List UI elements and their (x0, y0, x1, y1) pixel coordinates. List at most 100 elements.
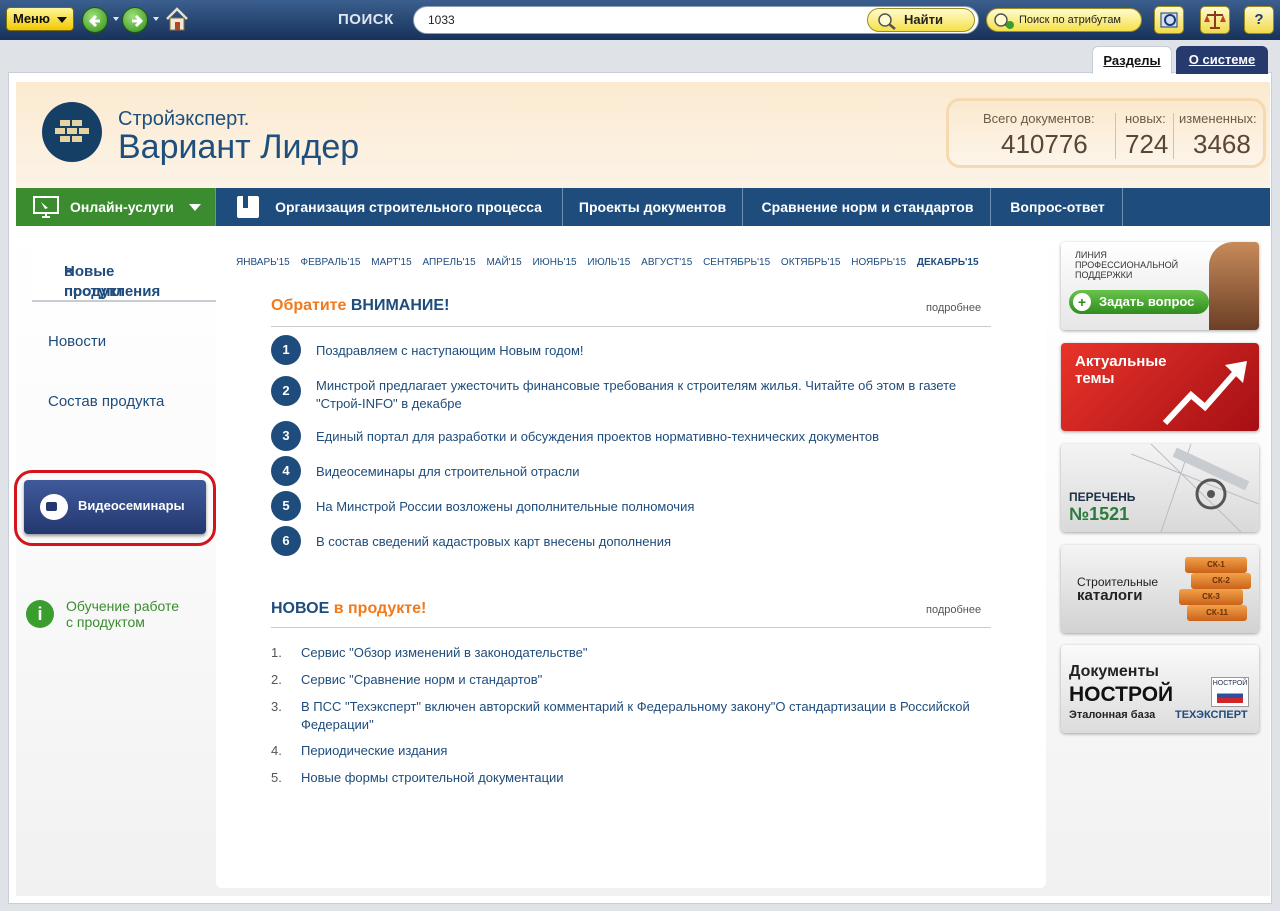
find-label: Найти (904, 12, 943, 27)
month-link-active[interactable]: ДЕКАБРЬ'15 (917, 257, 979, 268)
attribute-search-button[interactable]: Поиск по атрибутам (986, 8, 1142, 32)
back-history-icon[interactable] (113, 17, 119, 21)
attention-more-link[interactable]: подробнее (926, 302, 981, 314)
month-link[interactable]: ИЮНЬ'15 (532, 257, 576, 268)
month-link[interactable]: ЯНВАРЬ'15 (236, 257, 290, 268)
attention-title-blue: ВНИМАНИЕ! (350, 297, 450, 314)
topics-banner[interactable]: Актуальные темы (1061, 343, 1259, 431)
nostroy-banner[interactable]: Документы НОСТРОЙ Эталонная база НОСТРОЙ… (1061, 645, 1259, 733)
find-button[interactable]: Найти (867, 8, 975, 32)
month-link[interactable]: АВГУСТ'15 (641, 257, 692, 268)
item-text: Сервис "Обзор изменений в законодательст… (301, 645, 588, 660)
scales-icon (1204, 11, 1226, 29)
catalog-book: СК-1 (1185, 557, 1247, 573)
tab-about[interactable]: О системе (1176, 46, 1268, 74)
catalogs-banner[interactable]: Строительные каталоги СК-1 СК-2 СК-3 СК-… (1061, 545, 1259, 633)
item-number: 6 (271, 526, 301, 556)
month-link[interactable]: ФЕВРАЛЬ'15 (301, 257, 361, 268)
sidebar-item-composition[interactable]: Состав продукта (48, 393, 164, 410)
new-docs-label: новых: (1125, 111, 1166, 126)
item-number: 2 (271, 376, 301, 406)
nostroy-line1: Документы (1069, 663, 1159, 680)
divider (1115, 113, 1116, 159)
month-link[interactable]: МАЙ'15 (486, 257, 521, 268)
item-text: На Минстрой России возложены дополнитель… (316, 499, 695, 514)
item-text: Минстрой предлагает ужесточить финансовы… (316, 378, 957, 411)
ask-question-button[interactable]: + Задать вопрос (1069, 290, 1209, 314)
month-link[interactable]: СЕНТЯБРЬ'15 (703, 257, 770, 268)
scales-button[interactable] (1200, 6, 1230, 34)
changed-docs-label: измененных: (1179, 111, 1257, 126)
divider (271, 326, 991, 327)
learn-product-link[interactable]: Обучение работе с продуктом (66, 598, 179, 630)
home-button[interactable] (164, 6, 190, 32)
item-text: Новые формы строительной документации (301, 770, 564, 785)
month-link[interactable]: НОЯБРЬ'15 (851, 257, 906, 268)
support-text: ЛИНИЯ ПРОФЕССИОНАЛЬНОЙ ПОДДЕРЖКИ (1075, 250, 1179, 280)
item-text: В состав сведений кадастровых карт внесе… (316, 534, 672, 549)
attribute-search-icon (994, 13, 1014, 29)
home-icon (166, 7, 188, 31)
nav-question-answer[interactable]: Вопрос-ответ (993, 188, 1123, 226)
nostroy-badge: НОСТРОЙ (1211, 677, 1249, 707)
catalog-book: СК-2 (1191, 573, 1251, 589)
catalog-line2: каталоги (1077, 587, 1143, 604)
nav-construction-process[interactable]: Организация строительного процесса (219, 188, 563, 226)
arrow-left-icon (88, 14, 100, 28)
item-text: Поздравляем с наступающим Новым годом! (316, 343, 584, 358)
back-button[interactable] (82, 7, 108, 33)
nav-online-services[interactable]: Онлайн-услуги (16, 188, 216, 226)
card-search-button[interactable] (1154, 6, 1184, 34)
top-toolbar: Меню ПОИСК Найти Поиск по атрибутам ? (0, 0, 1280, 40)
attribute-search-label: Поиск по атрибутам (1019, 14, 1121, 26)
book-icon (237, 196, 259, 218)
arrow-right-icon (132, 14, 144, 28)
item-text: В ПСС "Техэксперт" включен авторский ком… (301, 699, 970, 732)
month-selector: ЯНВАРЬ'15 ФЕВРАЛЬ'15 МАРТ'15 АПРЕЛЬ'15 М… (236, 257, 987, 268)
topics-label: Актуальные темы (1075, 353, 1167, 387)
total-docs-label: Всего документов: (983, 111, 1095, 126)
catalog-book: СК-3 (1179, 589, 1243, 605)
video-seminars-button[interactable]: Видеосеминары (24, 480, 206, 534)
month-link[interactable]: ИЮЛЬ'15 (587, 257, 630, 268)
help-button[interactable]: ? (1244, 6, 1274, 34)
news-more-link[interactable]: подробнее (926, 604, 981, 616)
sidebar-item-new-items[interactable]: Новые поступления в продукт (32, 242, 216, 302)
video-seminars-label: Видеосеминары (78, 498, 185, 513)
attention-title: Обратите ВНИМАНИЕ! (271, 297, 449, 315)
item-number: 5 (271, 491, 301, 521)
item-text: Сервис "Сравнение норм и стандартов" (301, 672, 543, 687)
list-1521-banner[interactable]: ПЕРЕЧЕНЬ №1521 (1061, 444, 1259, 532)
list-line1: ПЕРЕЧЕНЬ (1069, 490, 1136, 504)
item-number: 1. (271, 645, 282, 660)
info-icon[interactable]: i (26, 600, 54, 628)
forward-history-icon[interactable] (153, 17, 159, 21)
flag-icon (1217, 689, 1243, 703)
item-number: 5. (271, 770, 282, 785)
item-number: 4. (271, 743, 282, 758)
nav-draft-documents[interactable]: Проекты документов (563, 188, 743, 226)
item-number: 3 (271, 421, 301, 451)
chevron-down-icon (57, 17, 67, 23)
nav-online-label: Онлайн-услуги (70, 199, 174, 215)
forward-button[interactable] (122, 7, 148, 33)
month-link[interactable]: АПРЕЛЬ'15 (422, 257, 475, 268)
divider (271, 627, 991, 628)
search-label: ПОИСК (338, 11, 394, 28)
month-link[interactable]: ОКТЯБРЬ'15 (781, 257, 841, 268)
support-banner[interactable]: ЛИНИЯ ПРОФЕССИОНАЛЬНОЙ ПОДДЕРЖКИ + Задат… (1061, 242, 1259, 330)
learn-line1: Обучение работе (66, 598, 180, 614)
month-link[interactable]: МАРТ'15 (371, 257, 411, 268)
item-text: Периодические издания (301, 743, 448, 758)
help-icon: ? (1254, 11, 1264, 28)
new-items-line2: в продукт (64, 263, 125, 300)
attention-title-orange: Обратите (271, 297, 347, 314)
sidebar-item-news[interactable]: Новости (48, 333, 106, 350)
monitor-icon (33, 196, 59, 218)
video-camera-icon (40, 494, 68, 520)
menu-button[interactable]: Меню (6, 7, 74, 31)
nostroy-line3: Эталонная база (1069, 709, 1156, 721)
techexpert-brand: ТЕХЭКСПЕРТ (1175, 709, 1248, 721)
tab-sections[interactable]: Разделы (1092, 46, 1172, 74)
nav-compare-standards[interactable]: Сравнение норм и стандартов (745, 188, 991, 226)
